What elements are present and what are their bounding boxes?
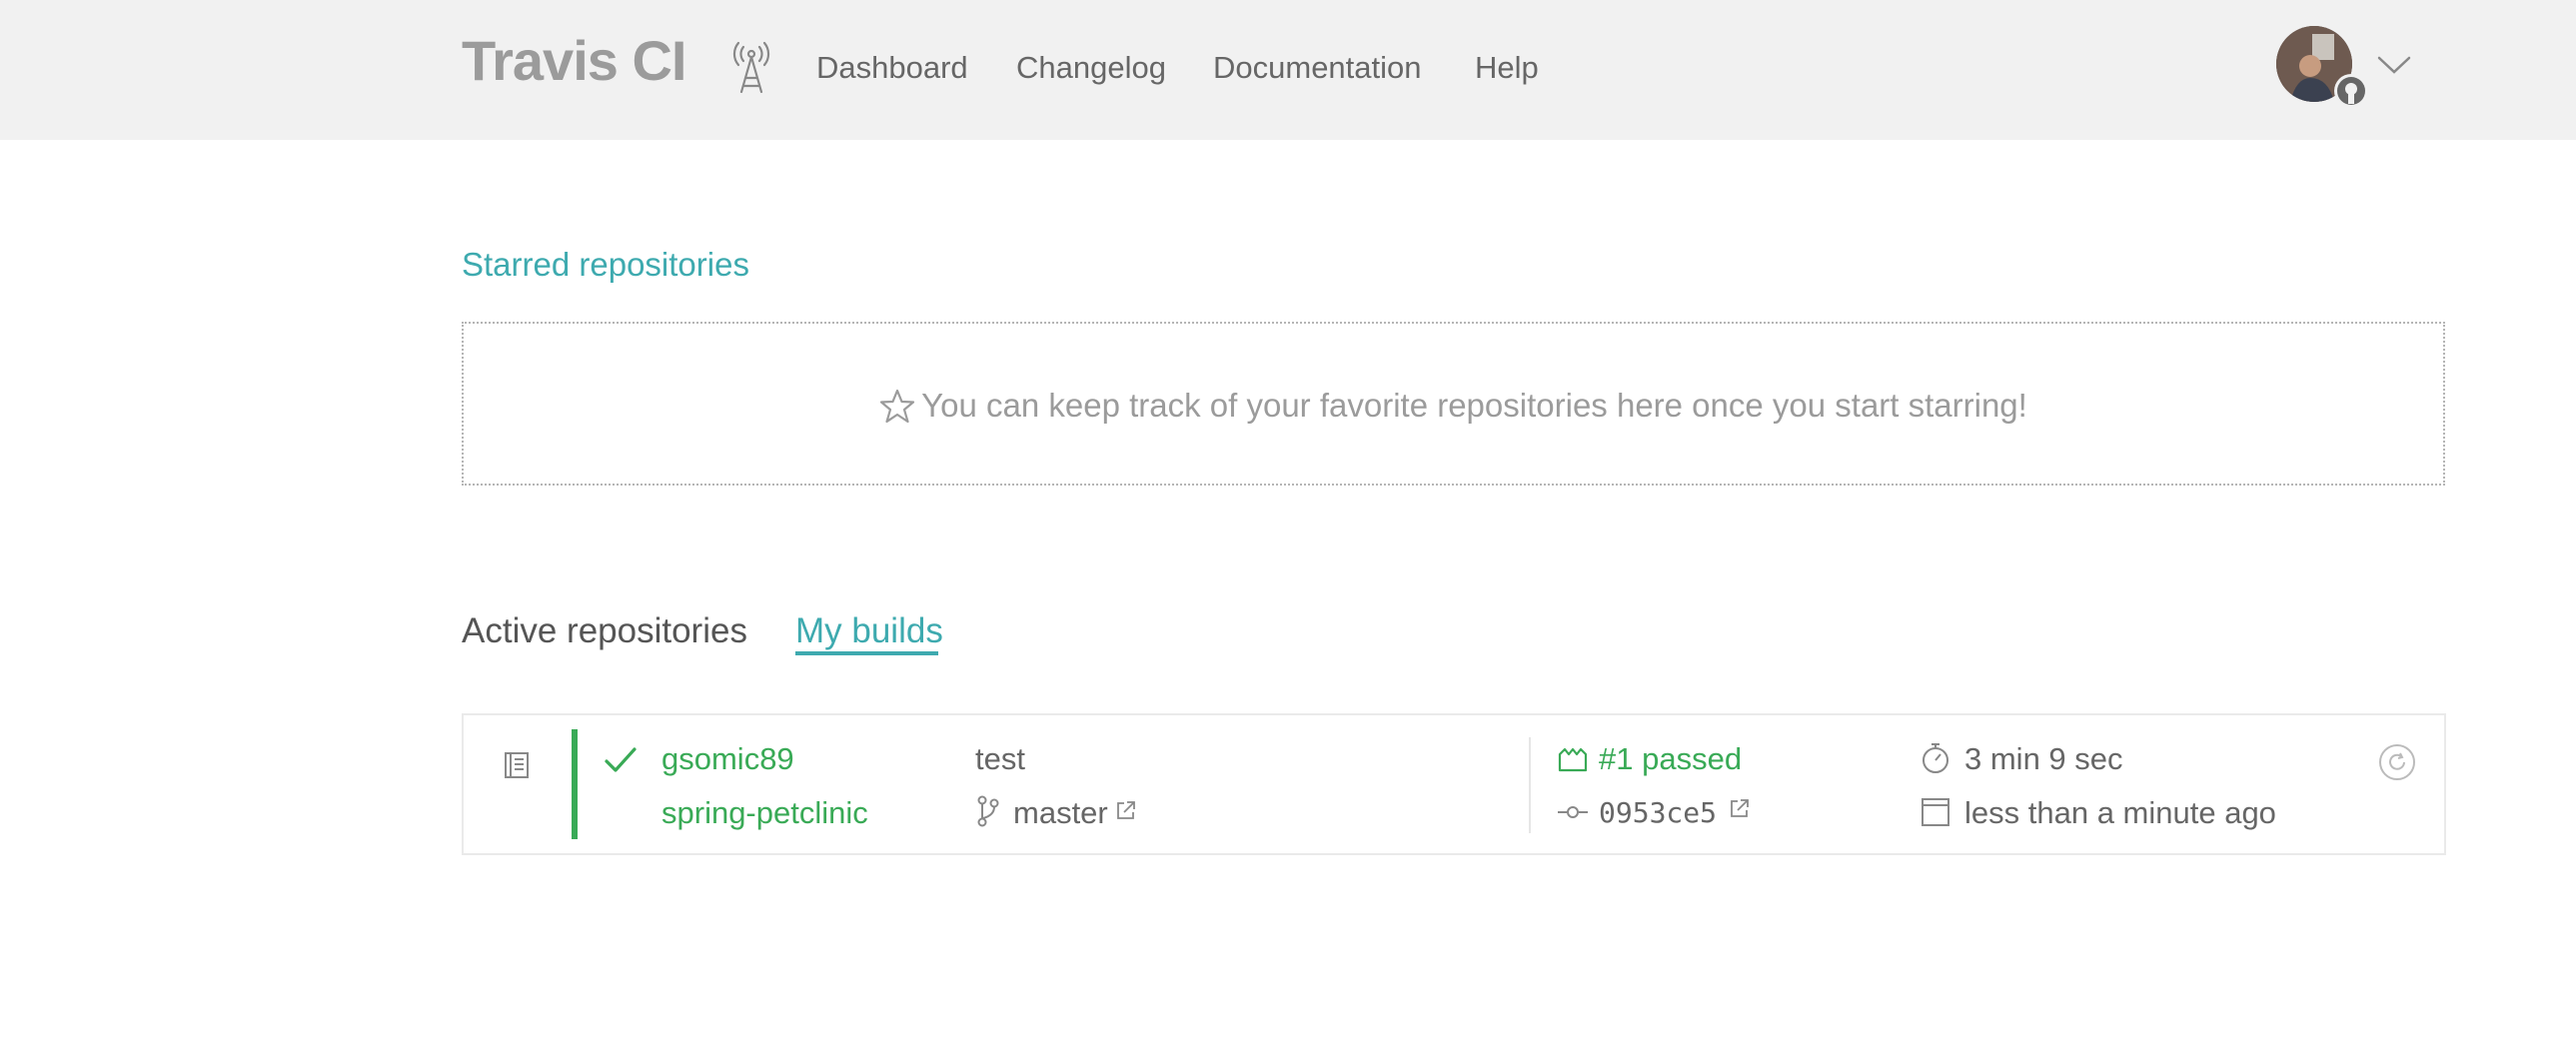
repo-name-link[interactable]: spring-petclinic — [661, 793, 868, 833]
external-link-icon[interactable] — [1729, 797, 1751, 819]
broadcast-tower-icon[interactable] — [731, 40, 771, 94]
commit-sha[interactable]: 0953ce5 — [1599, 793, 1717, 833]
travis-ci-logo[interactable]: Travis CI — [462, 28, 686, 94]
external-link-icon[interactable] — [1115, 799, 1137, 821]
nav-documentation[interactable]: Documentation — [1213, 48, 1422, 88]
nav-changelog[interactable]: Changelog — [1016, 48, 1166, 88]
repo-icon — [505, 752, 529, 778]
starred-repositories-title: Starred repositories — [462, 246, 749, 283]
build-row[interactable]: gsomic89 spring-petclinic test master #1… — [462, 713, 2446, 855]
calendar-icon — [1922, 798, 1949, 826]
github-icon — [2334, 74, 2368, 108]
build-icon — [1558, 747, 1588, 772]
commit-icon — [1558, 806, 1588, 818]
stopwatch-icon — [1923, 743, 1948, 773]
nav-dashboard[interactable]: Dashboard — [816, 48, 968, 88]
tab-active-repositories[interactable]: Active repositories — [462, 609, 747, 653]
repo-owner-link[interactable]: gsomic89 — [661, 739, 794, 779]
commit-message: test — [975, 741, 1025, 776]
nav-help[interactable]: Help — [1475, 48, 1539, 88]
check-icon — [605, 747, 637, 772]
starred-empty-message-row: You can keep track of your favorite repo… — [464, 386, 2443, 426]
build-status-bar — [572, 729, 578, 839]
restart-icon[interactable] — [2378, 743, 2416, 781]
branch-icon — [977, 795, 999, 827]
row-divider — [1529, 737, 1531, 833]
branch-name[interactable]: master — [1013, 793, 1108, 833]
build-number-status[interactable]: #1 passed — [1599, 739, 1742, 779]
active-tab-indicator — [795, 651, 938, 655]
build-finished-time: less than a minute ago — [1964, 795, 2276, 830]
tab-my-builds[interactable]: My builds — [795, 609, 943, 653]
starred-repositories-empty-box: You can keep track of your favorite repo… — [462, 322, 2445, 486]
starred-empty-message: You can keep track of your favorite repo… — [921, 387, 2027, 424]
chevron-down-icon[interactable] — [2376, 54, 2412, 76]
build-duration: 3 min 9 sec — [1964, 741, 2123, 776]
star-icon — [880, 389, 915, 424]
top-navigation-bar: Travis CI Dashboard Changelog Documentat… — [0, 0, 2576, 140]
